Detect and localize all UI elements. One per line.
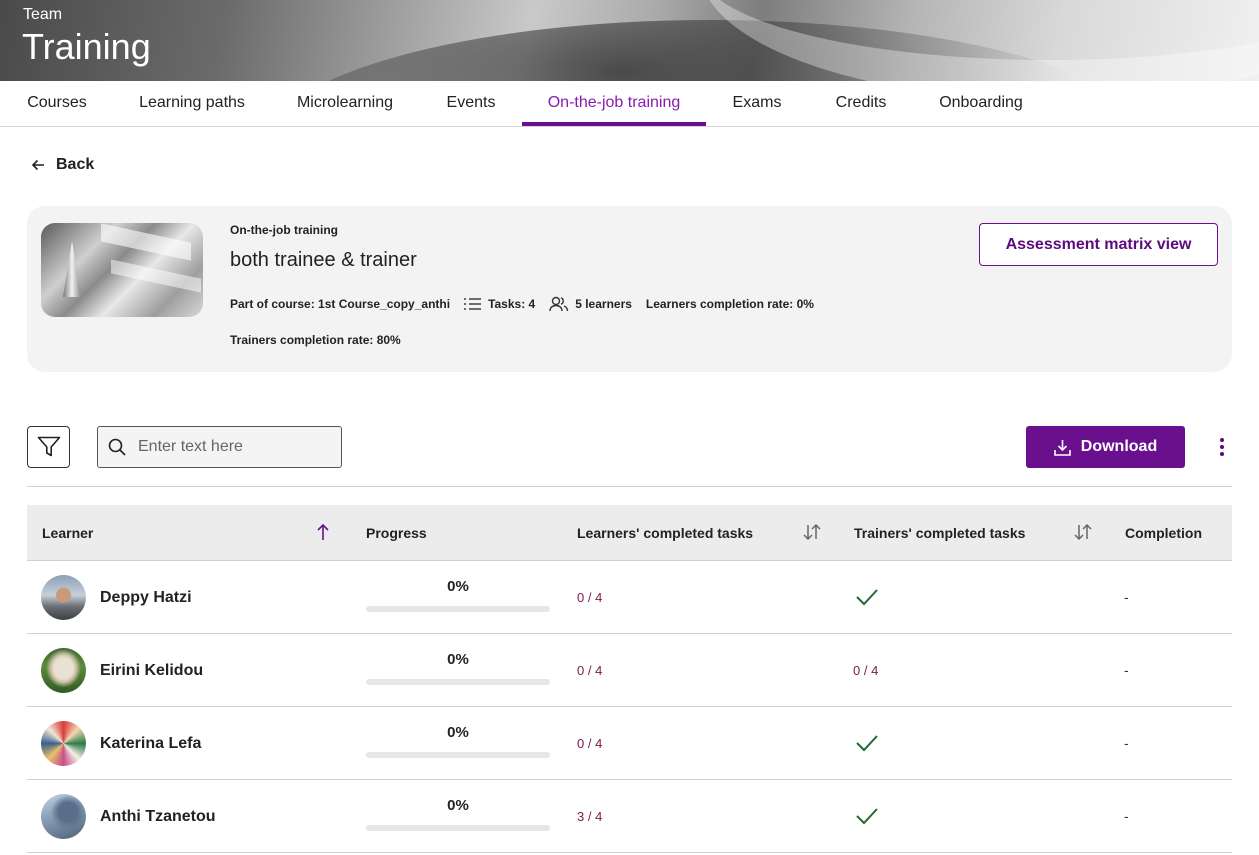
avatar bbox=[41, 648, 86, 693]
users-icon bbox=[549, 296, 569, 312]
learners-completion-rate: Learners completion rate: 0% bbox=[645, 297, 814, 311]
download-button[interactable]: Download bbox=[1026, 426, 1185, 468]
download-label: Download bbox=[1080, 438, 1158, 455]
table-row[interactable]: Anthi Tzanetou 0% 3 / 4 - bbox=[27, 780, 1232, 853]
tab-bar: Courses Learning paths Microlearning Eve… bbox=[0, 81, 1259, 127]
arrow-left-icon bbox=[31, 159, 44, 171]
completion-value: - bbox=[1124, 735, 1129, 751]
progress-percent: 0% bbox=[447, 797, 469, 814]
sort-icon[interactable] bbox=[1073, 522, 1093, 542]
search-input[interactable] bbox=[138, 438, 328, 456]
avatar bbox=[41, 575, 86, 620]
completion-value: - bbox=[1124, 808, 1129, 824]
tab-courses[interactable]: Courses bbox=[14, 81, 100, 127]
tab-onboarding[interactable]: Onboarding bbox=[926, 81, 1036, 127]
download-icon bbox=[1053, 439, 1071, 456]
tasks-count: Tasks: 4 bbox=[488, 297, 536, 311]
page-title: Training bbox=[22, 26, 151, 67]
trainer-tasks-count: 0 / 4 bbox=[853, 663, 879, 678]
tab-events[interactable]: Events bbox=[433, 81, 509, 127]
filter-button[interactable] bbox=[27, 426, 70, 468]
column-header-completion: Completion bbox=[1125, 525, 1202, 541]
learner-name[interactable]: Eirini Kelidou bbox=[100, 634, 203, 707]
learner-tasks-count: 0 / 4 bbox=[577, 736, 603, 751]
check-icon bbox=[856, 808, 878, 825]
column-header-progress: Progress bbox=[366, 525, 427, 541]
tab-credits[interactable]: Credits bbox=[822, 81, 900, 127]
back-link[interactable]: Back bbox=[30, 156, 94, 174]
learner-name[interactable]: Deppy Hatzi bbox=[100, 561, 192, 634]
column-header-learners-tasks[interactable]: Learners' completed tasks bbox=[577, 505, 753, 561]
learner-name[interactable]: Katerina Lefa bbox=[100, 707, 201, 780]
progress-bar bbox=[366, 606, 550, 612]
search-box bbox=[97, 426, 342, 468]
divider bbox=[27, 486, 1232, 487]
learner-tasks-count: 3 / 4 bbox=[577, 809, 603, 824]
avatar bbox=[41, 794, 86, 839]
more-options-icon[interactable] bbox=[1212, 432, 1232, 462]
search-icon bbox=[108, 438, 126, 456]
training-info-card: On-the-job training both trainee & train… bbox=[27, 206, 1232, 372]
table-row[interactable]: Katerina Lefa 0% 0 / 4 - bbox=[27, 707, 1232, 780]
table-header: Learner Progress Learners' completed tas… bbox=[27, 505, 1232, 561]
progress-percent: 0% bbox=[447, 578, 469, 595]
progress-percent: 0% bbox=[447, 724, 469, 741]
sort-icon[interactable] bbox=[802, 522, 822, 542]
progress-bar bbox=[366, 825, 550, 831]
training-name: both trainee & trainer bbox=[230, 249, 417, 271]
trainers-completion-rate: Trainers completion rate: 80% bbox=[230, 333, 401, 347]
list-icon bbox=[464, 298, 482, 310]
tab-exams[interactable]: Exams bbox=[720, 81, 794, 127]
training-type-label: On-the-job training bbox=[230, 223, 338, 237]
completion-value: - bbox=[1124, 662, 1129, 678]
check-icon bbox=[856, 589, 878, 606]
page-subtitle: Team bbox=[23, 6, 63, 23]
page-banner: Team Training bbox=[0, 0, 1259, 81]
progress-percent: 0% bbox=[447, 651, 469, 668]
back-label: Back bbox=[56, 156, 95, 173]
column-header-learner[interactable]: Learner bbox=[42, 505, 93, 561]
learner-name[interactable]: Anthi Tzanetou bbox=[100, 780, 216, 853]
learner-tasks-count: 0 / 4 bbox=[577, 590, 603, 605]
completion-value: - bbox=[1124, 589, 1129, 605]
tab-learning-paths[interactable]: Learning paths bbox=[126, 81, 258, 127]
learners-count: 5 learners bbox=[575, 297, 632, 311]
check-icon bbox=[856, 735, 878, 752]
training-thumbnail bbox=[41, 223, 203, 317]
assessment-matrix-button[interactable]: Assessment matrix view bbox=[979, 223, 1218, 266]
learner-tasks-count: 0 / 4 bbox=[577, 663, 603, 678]
column-header-trainers-tasks[interactable]: Trainers' completed tasks bbox=[854, 505, 1025, 561]
training-meta: Part of course: 1st Course_copy_anthi Ta… bbox=[230, 296, 828, 312]
sort-ascending-icon[interactable] bbox=[316, 522, 330, 542]
course-label: Part of course: 1st Course_copy_anthi bbox=[230, 297, 451, 311]
table-row[interactable]: Deppy Hatzi 0% 0 / 4 - bbox=[27, 561, 1232, 634]
tab-on-the-job-training[interactable]: On-the-job training bbox=[522, 81, 706, 127]
progress-bar bbox=[366, 752, 550, 758]
tab-microlearning[interactable]: Microlearning bbox=[284, 81, 406, 127]
filter-icon bbox=[37, 436, 60, 457]
progress-bar bbox=[366, 679, 550, 685]
avatar bbox=[41, 721, 86, 766]
table-row[interactable]: Eirini Kelidou 0% 0 / 4 0 / 4 - bbox=[27, 634, 1232, 707]
